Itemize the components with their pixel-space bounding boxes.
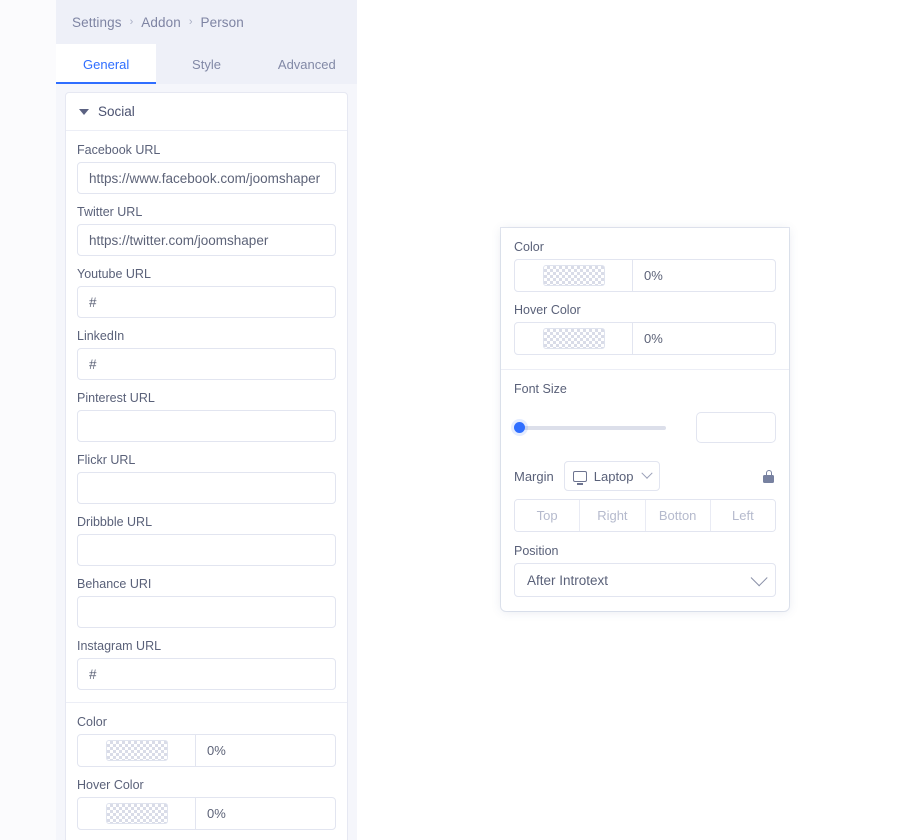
style-hover-color-swatch-cell[interactable]: [515, 323, 633, 354]
style-field-hover-color: Hover Color 0%: [514, 303, 776, 355]
style-hover-color-swatch-icon[interactable]: [542, 328, 605, 349]
hover-color-opacity-value[interactable]: 0%: [196, 798, 335, 829]
field-color: Color 0%: [77, 715, 336, 767]
label-font-size: Font Size: [514, 382, 567, 396]
style-label-color: Color: [514, 240, 544, 254]
input-twitter-url[interactable]: [77, 224, 336, 256]
label-dribbble-url: Dribbble URL: [77, 515, 153, 529]
input-flickr-url[interactable]: [77, 472, 336, 504]
tab-general[interactable]: General: [56, 44, 157, 84]
style-color-group: Color 0% Hover Color 0%: [501, 228, 789, 369]
triangle-down-icon[interactable]: [79, 108, 89, 115]
label-linkedin: LinkedIn: [77, 329, 125, 343]
breadcrumb-item-addon[interactable]: Addon: [141, 15, 181, 30]
font-size-slider-thumb[interactable]: [514, 422, 525, 433]
label-pinterest-url: Pinterest URL: [77, 391, 155, 405]
breadcrumb-item-settings[interactable]: Settings: [72, 15, 122, 30]
chevron-down-icon: [750, 569, 768, 587]
field-facebook-url: Facebook URL: [77, 143, 336, 194]
hover-color-swatch-cell[interactable]: [78, 798, 196, 829]
input-instagram-url[interactable]: [77, 658, 336, 690]
label-twitter-url: Twitter URL: [77, 205, 143, 219]
font-size-slider-track[interactable]: [514, 425, 666, 430]
style-hover-color-opacity-value[interactable]: 0%: [633, 323, 775, 354]
breadcrumb-separator-icon: ›: [188, 15, 193, 28]
breadcrumb-item-person[interactable]: Person: [200, 15, 243, 30]
style-label-hover-color: Hover Color: [514, 303, 581, 317]
label-hover-color: Hover Color: [77, 778, 144, 792]
style-field-color: Color 0%: [514, 240, 776, 292]
social-section-card: Social Facebook URL Twitter URL Youtube …: [65, 92, 348, 840]
style-color-swatch-cell[interactable]: [515, 260, 633, 291]
device-selector-value: Laptop: [593, 468, 634, 484]
label-margin: Margin: [514, 468, 554, 484]
field-behance-uri: Behance URI: [77, 577, 336, 628]
settings-panel: Settings › Addon › Person General Style …: [56, 0, 357, 840]
label-instagram-url: Instagram URL: [77, 639, 162, 653]
color-fields-list: Color 0% Hover Color 0%: [66, 703, 347, 840]
style-popover-panel: Color 0% Hover Color 0% Font Size Margin…: [501, 228, 789, 611]
settings-tabs: General Style Advanced: [56, 44, 357, 84]
margin-inputs-group: [514, 499, 776, 532]
input-pinterest-url[interactable]: [77, 410, 336, 442]
position-field: Position After Introtext: [514, 544, 776, 597]
style-color-opacity-value[interactable]: 0%: [633, 260, 775, 291]
margin-bottom-input[interactable]: [645, 500, 711, 531]
style-hover-color-picker-row[interactable]: 0%: [514, 322, 776, 355]
label-color: Color: [77, 715, 107, 729]
margin-left-input[interactable]: [710, 500, 775, 531]
color-opacity-value[interactable]: 0%: [196, 735, 335, 766]
label-flickr-url: Flickr URL: [77, 453, 136, 467]
field-twitter-url: Twitter URL: [77, 205, 336, 256]
chevron-down-icon: [640, 467, 653, 479]
social-fields-list: Facebook URL Twitter URL Youtube URL Lin…: [66, 131, 347, 702]
hover-color-picker-row[interactable]: 0%: [77, 797, 336, 830]
margin-device-row: Margin Laptop: [514, 461, 776, 491]
page-left-gutter: [0, 0, 56, 840]
field-linkedin: LinkedIn: [77, 329, 336, 380]
input-behance-uri[interactable]: [77, 596, 336, 628]
field-pinterest-url: Pinterest URL: [77, 391, 336, 442]
color-picker-row[interactable]: 0%: [77, 734, 336, 767]
style-color-picker-row[interactable]: 0%: [514, 259, 776, 292]
tab-advanced[interactable]: Advanced: [257, 44, 357, 84]
margin-top-input[interactable]: [515, 500, 581, 531]
position-select-value: After Introtext: [527, 572, 609, 588]
font-size-control: [514, 412, 776, 443]
hover-color-swatch-icon[interactable]: [105, 803, 168, 824]
input-dribbble-url[interactable]: [77, 534, 336, 566]
field-youtube-url: Youtube URL: [77, 267, 336, 318]
field-instagram-url: Instagram URL: [77, 639, 336, 690]
input-linkedin[interactable]: [77, 348, 336, 380]
label-youtube-url: Youtube URL: [77, 267, 151, 281]
label-behance-uri: Behance URI: [77, 577, 152, 591]
field-dribbble-url: Dribbble URL: [77, 515, 336, 566]
breadcrumb: Settings › Addon › Person: [56, 0, 357, 44]
monitor-icon: [572, 470, 587, 485]
style-layout-group: Font Size Margin Laptop Top Right Botton…: [501, 369, 789, 611]
label-position: Position: [514, 544, 559, 558]
input-facebook-url[interactable]: [77, 162, 336, 194]
lock-closed-icon[interactable]: [763, 469, 774, 483]
color-swatch-cell[interactable]: [78, 735, 196, 766]
breadcrumb-separator-icon: ›: [129, 15, 134, 28]
field-flickr-url: Flickr URL: [77, 453, 336, 504]
font-size-slider[interactable]: [514, 420, 668, 436]
color-swatch-icon[interactable]: [105, 740, 168, 761]
social-section-header[interactable]: Social: [66, 93, 347, 131]
input-youtube-url[interactable]: [77, 286, 336, 318]
label-facebook-url: Facebook URL: [77, 143, 161, 157]
style-color-swatch-icon[interactable]: [542, 265, 605, 286]
field-hover-color: Hover Color 0%: [77, 778, 336, 830]
settings-panel-body: Social Facebook URL Twitter URL Youtube …: [56, 84, 357, 840]
position-select[interactable]: After Introtext: [514, 563, 776, 597]
margin-right-input[interactable]: [580, 500, 646, 531]
device-selector[interactable]: Laptop: [563, 461, 660, 491]
social-section-title: Social: [98, 104, 135, 119]
font-size-input[interactable]: [696, 412, 776, 443]
tab-style[interactable]: Style: [156, 44, 256, 84]
